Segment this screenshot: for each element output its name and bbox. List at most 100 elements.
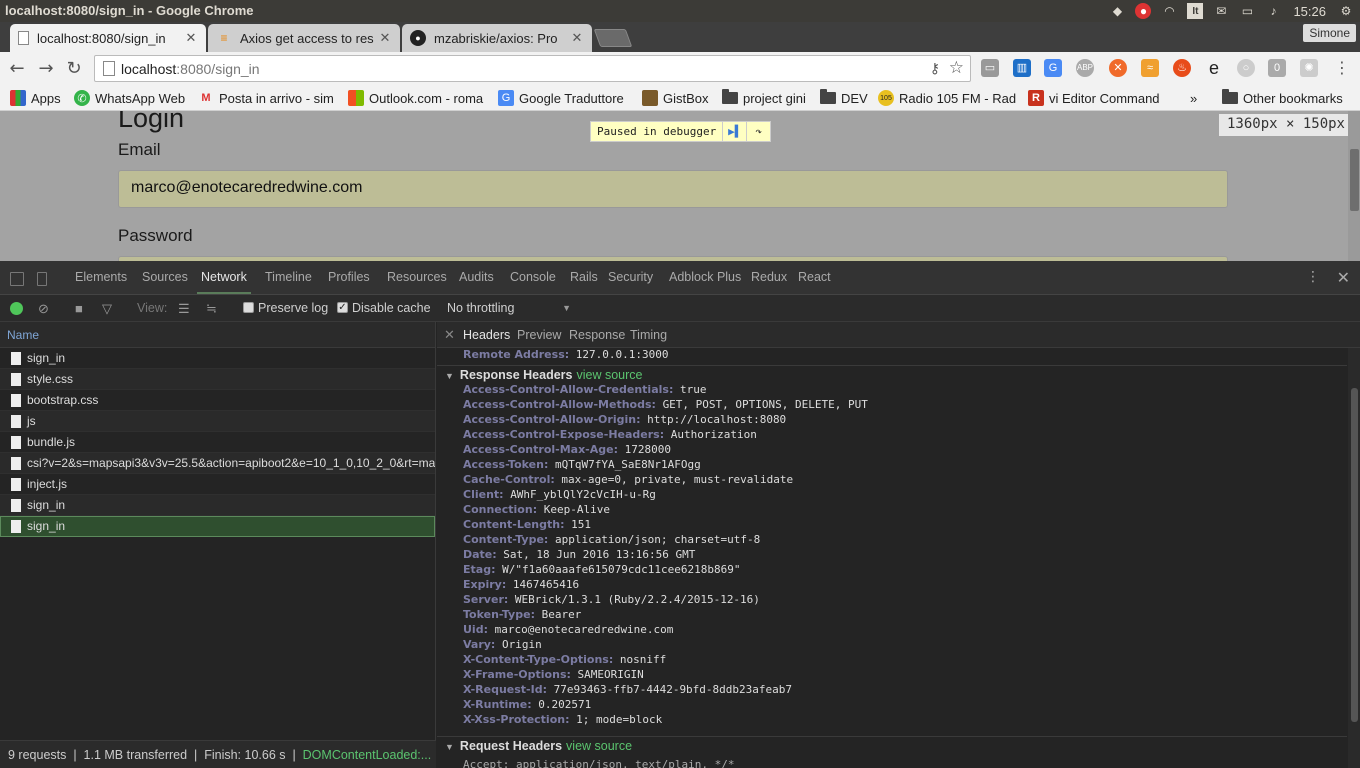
settings-gear-icon[interactable]: ⚙ <box>1338 3 1354 19</box>
bookmark-gistbox[interactable]: GistBox <box>642 89 709 107</box>
bookmark-star-icon[interactable]: ☆ <box>949 58 964 78</box>
overview-icon[interactable]: ≒ <box>206 301 217 317</box>
tab-react[interactable]: React <box>798 270 831 284</box>
forward-button[interactable]: → <box>35 58 57 80</box>
keyboard-layout-icon[interactable]: It <box>1187 3 1204 19</box>
mail-icon[interactable]: ✉ <box>1213 3 1229 19</box>
trello-icon[interactable]: ▥ <box>1013 59 1031 77</box>
devtools-menu-icon[interactable]: ⋮ <box>1306 269 1320 285</box>
clear-icon[interactable]: ⊘ <box>38 301 49 317</box>
detail-scrollbar[interactable] <box>1348 348 1360 768</box>
name-column-header[interactable]: Name <box>0 322 435 348</box>
tab-redux[interactable]: Redux <box>751 270 787 284</box>
throttling-select[interactable]: No throttling ▼ <box>437 296 577 320</box>
rss-icon[interactable]: ≈ <box>1141 59 1159 77</box>
disable-cache-checkbox[interactable]: ✓ <box>337 302 348 313</box>
tab-preview[interactable]: Preview <box>517 328 561 342</box>
extension-chat-icon[interactable]: ▭ <box>981 59 999 77</box>
request-row[interactable]: csi?v=2&s=mapsapi3&v3v=25.5&action=apibo… <box>0 453 435 474</box>
volume-icon[interactable]: ♪ <box>1265 3 1281 19</box>
extension-circle-icon[interactable]: ○ <box>1237 59 1255 77</box>
bookmark-vi-editor[interactable]: R vi Editor Command <box>1028 89 1166 107</box>
email-field[interactable]: marco@enotecaredredwine.com <box>118 170 1228 208</box>
bookmark-folder-dev[interactable]: DEV <box>820 89 868 107</box>
bookmark-apps[interactable]: Apps <box>10 89 61 107</box>
bookmark-whatsapp[interactable]: ✆ WhatsApp Web <box>74 89 185 107</box>
chrome-menu-icon[interactable]: ⋮ <box>1334 58 1350 77</box>
extension-zero-icon[interactable]: 0 <box>1268 59 1286 77</box>
close-tab-icon[interactable]: ✕ <box>184 30 198 46</box>
extension-fire-icon[interactable]: ♨ <box>1173 59 1191 77</box>
view-source-link[interactable]: view source <box>566 739 632 753</box>
tab-console[interactable]: Console <box>510 270 556 284</box>
extension-react-icon[interactable]: ✺ <box>1300 59 1318 77</box>
response-headers-section[interactable]: ▼ Response Headers view source <box>437 365 1347 385</box>
preserve-log-checkbox[interactable] <box>243 302 254 313</box>
bookmark-other[interactable]: Other bookmarks <box>1222 89 1343 107</box>
request-row[interactable]: style.css <box>0 369 435 390</box>
bookmark-folder-project-gini[interactable]: project gini <box>722 89 806 107</box>
record-icon[interactable] <box>10 302 23 315</box>
inspect-element-icon[interactable] <box>10 272 24 286</box>
adblock-icon[interactable]: ABP <box>1076 59 1094 77</box>
tab-sources[interactable]: Sources <box>142 270 188 284</box>
new-tab-button[interactable] <box>593 29 633 47</box>
request-row[interactable]: bundle.js <box>0 432 435 453</box>
close-devtools-icon[interactable]: ✕ <box>1337 268 1350 287</box>
page-info-icon[interactable] <box>103 61 115 76</box>
wifi-icon[interactable]: ◠ <box>1161 3 1177 19</box>
translate-extension-icon[interactable]: G <box>1044 59 1062 77</box>
bookmark-gmail[interactable]: M Posta in arrivo - sim <box>198 89 338 107</box>
tab-security[interactable]: Security <box>608 270 653 284</box>
bookmark-outlook[interactable]: Outlook.com - roma <box>348 89 488 107</box>
request-row-selected[interactable]: sign_in <box>0 516 435 537</box>
profile-button[interactable]: Simone <box>1303 24 1356 42</box>
request-row[interactable]: bootstrap.css <box>0 390 435 411</box>
tab-axios-question[interactable]: ≡ Axios get access to res ✕ <box>208 24 400 52</box>
request-row[interactable]: inject.js <box>0 474 435 495</box>
tab-sign-in[interactable]: localhost:8080/sign_in ✕ <box>10 24 206 52</box>
close-detail-icon[interactable]: ✕ <box>444 327 455 343</box>
tab-timing[interactable]: Timing <box>630 328 667 342</box>
dropbox-icon[interactable]: ◆ <box>1109 3 1125 19</box>
tab-timeline[interactable]: Timeline <box>265 270 312 284</box>
back-button[interactable]: ← <box>6 58 28 80</box>
tab-elements[interactable]: Elements <box>75 270 127 284</box>
bookmark-translate[interactable]: G Google Traduttore <box>498 89 624 107</box>
tab-profiles[interactable]: Profiles <box>328 270 370 284</box>
tab-axios-github[interactable]: ● mzabriskie/axios: Pro ✕ <box>402 24 592 52</box>
tab-audits[interactable]: Audits <box>459 270 494 284</box>
bookmark-radio-105[interactable]: 105 Radio 105 FM - Radi <box>878 89 1016 107</box>
capture-screenshots-icon[interactable]: ■ <box>75 301 83 316</box>
bookmarks-overflow-button[interactable]: » <box>1190 89 1197 107</box>
tab-rails[interactable]: Rails <box>570 270 598 284</box>
device-mode-icon[interactable] <box>37 272 47 286</box>
scrollbar-thumb[interactable] <box>1350 149 1359 211</box>
request-row[interactable]: sign_in <box>0 495 435 516</box>
reload-button[interactable]: ↻ <box>63 58 85 80</box>
request-row[interactable]: js <box>0 411 435 432</box>
large-rows-icon[interactable]: ☰ <box>178 301 190 317</box>
clock[interactable]: 15:26 <box>1293 4 1326 19</box>
extension-orange-icon[interactable]: ✕ <box>1109 59 1127 77</box>
view-source-link[interactable]: view source <box>576 368 642 382</box>
close-tab-icon[interactable]: ✕ <box>378 30 392 46</box>
tab-network[interactable]: Network <box>197 270 251 294</box>
close-tab-icon[interactable]: ✕ <box>570 30 584 46</box>
extension-e-icon[interactable]: e <box>1205 59 1223 77</box>
key-icon[interactable]: ⚷ <box>930 60 940 77</box>
tab-response[interactable]: Response <box>569 328 625 342</box>
resume-icon[interactable]: ▶▌ <box>722 122 746 141</box>
scrollbar-thumb[interactable] <box>1351 388 1358 722</box>
step-over-icon[interactable]: ↷ <box>746 122 770 141</box>
filter-icon[interactable]: ▽ <box>102 301 112 317</box>
request-headers-section[interactable]: ▼ Request Headers view source <box>437 736 1347 756</box>
chrome-icon[interactable]: ● <box>1135 3 1152 19</box>
tab-resources[interactable]: Resources <box>387 270 447 284</box>
request-row[interactable]: sign_in <box>0 348 435 369</box>
battery-icon[interactable]: ▭ <box>1239 3 1255 19</box>
tab-headers[interactable]: Headers <box>463 328 510 342</box>
tab-adblock-plus[interactable]: Adblock Plus <box>669 270 741 284</box>
address-bar[interactable]: localhost:8080/sign_in ⚷ ☆ <box>94 55 971 82</box>
page-scrollbar[interactable] <box>1348 111 1360 261</box>
